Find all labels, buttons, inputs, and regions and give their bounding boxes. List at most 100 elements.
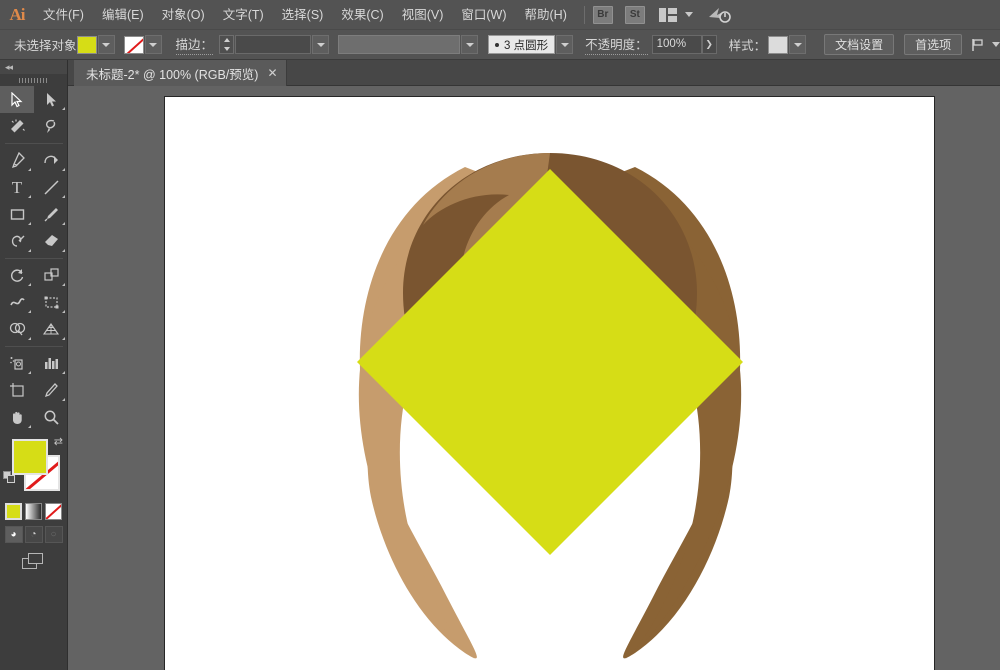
tool-magic-wand[interactable] <box>0 113 34 140</box>
tool-divider <box>5 258 63 259</box>
stroke-weight-stepper[interactable] <box>219 35 234 54</box>
artboard[interactable] <box>164 96 935 670</box>
swap-fill-stroke-icon[interactable]: ⇄ <box>54 437 63 448</box>
tool-group-selection <box>0 86 68 140</box>
opacity-input[interactable]: 100% <box>652 35 702 54</box>
tool-column-graph[interactable] <box>34 350 68 377</box>
menu-view[interactable]: 视图(V) <box>393 0 453 30</box>
tool-free-transform[interactable] <box>34 289 68 316</box>
tool-shape-builder[interactable] <box>0 316 34 343</box>
color-mode-button[interactable] <box>5 503 22 520</box>
tool-pen[interactable] <box>0 147 34 174</box>
fill-swatch[interactable] <box>77 36 97 54</box>
app-logo: Ai <box>0 0 34 30</box>
menu-file[interactable]: 文件(F) <box>34 0 93 30</box>
close-icon[interactable]: ✕ <box>267 66 277 80</box>
tool-scale[interactable] <box>34 262 68 289</box>
stroke-swatch[interactable] <box>124 36 144 54</box>
draw-inside-button[interactable]: ○ <box>45 526 63 543</box>
illustrator-window: Ai 文件(F) 编辑(E) 对象(O) 文字(T) 选择(S) 效果(C) 视… <box>0 0 1000 670</box>
align-options-icon[interactable] <box>970 37 986 53</box>
workspace-switcher-icon[interactable] <box>659 8 677 22</box>
tool-flyout-indicator <box>28 168 31 171</box>
brush-dropdown[interactable] <box>556 35 573 54</box>
tool-flyout-indicator <box>28 425 31 428</box>
tool-flyout-indicator <box>62 195 65 198</box>
menu-window[interactable]: 窗口(W) <box>452 0 515 30</box>
stroke-weight-dropdown[interactable] <box>312 35 329 54</box>
draw-behind-button[interactable]: ◔ <box>25 526 43 543</box>
brush-dot-icon <box>495 43 499 47</box>
tools-panel-header[interactable]: ◂◂ <box>0 60 67 74</box>
tool-flyout-indicator <box>62 107 65 110</box>
menu-object[interactable]: 对象(O) <box>153 0 214 30</box>
document-setup-button[interactable]: 文档设置 <box>824 34 894 55</box>
type-glyph: T <box>12 179 22 196</box>
opacity-label[interactable]: 不透明度： <box>585 34 648 55</box>
tool-group-transform <box>0 262 68 343</box>
tool-eraser[interactable] <box>34 228 68 255</box>
fill-color-swatch[interactable] <box>12 439 48 475</box>
tool-rotate[interactable] <box>0 262 34 289</box>
tool-artboard[interactable] <box>0 377 34 404</box>
opacity-flyout-button[interactable]: ❯ <box>702 35 717 54</box>
tool-divider <box>5 346 63 347</box>
gradient-mode-button[interactable] <box>25 503 42 520</box>
tool-selection[interactable] <box>0 86 34 113</box>
tool-lasso[interactable] <box>34 113 68 140</box>
menu-divider <box>584 6 585 24</box>
stroke-profile-input[interactable] <box>338 35 460 54</box>
tool-hand[interactable] <box>0 404 34 431</box>
tool-paintbrush[interactable] <box>34 201 68 228</box>
tool-divider <box>5 143 63 144</box>
tool-direct-selection[interactable] <box>34 86 68 113</box>
canvas-area[interactable] <box>68 86 1000 670</box>
stroke-weight-input[interactable] <box>235 35 311 54</box>
stroke-dropdown[interactable] <box>145 35 162 54</box>
none-mode-button[interactable] <box>45 503 62 520</box>
tool-group-symbol <box>0 350 68 431</box>
screen-mode-button[interactable] <box>0 553 67 571</box>
tool-rectangle[interactable] <box>0 201 34 228</box>
style-dropdown[interactable] <box>789 35 806 54</box>
tools-panel-grip[interactable] <box>0 74 67 86</box>
tools-panel: ◂◂ <box>0 60 68 670</box>
tool-shaper[interactable] <box>0 228 34 255</box>
brush-label: 3 点圆形 <box>504 37 548 53</box>
menu-effect[interactable]: 效果(C) <box>332 0 392 30</box>
align-chevron-icon[interactable] <box>992 42 1000 47</box>
stock-button[interactable]: St <box>625 6 645 24</box>
tool-type[interactable]: T <box>0 174 34 201</box>
stroke-label[interactable]: 描边： <box>176 34 214 55</box>
chevron-down-icon[interactable] <box>685 12 693 17</box>
tool-flyout-indicator <box>62 371 65 374</box>
creative-cloud-icon[interactable] <box>707 5 731 25</box>
menu-select[interactable]: 选择(S) <box>273 0 333 30</box>
brush-definition-box[interactable]: 3 点圆形 <box>488 35 555 54</box>
document-tab[interactable]: 未标题-2* @ 100% (RGB/预览) ✕ <box>74 60 287 86</box>
tool-symbol-sprayer[interactable] <box>0 350 34 377</box>
tool-flyout-indicator <box>28 337 31 340</box>
tool-width[interactable] <box>0 289 34 316</box>
selection-status: 未选择对象 <box>14 35 77 54</box>
tool-line-segment[interactable] <box>34 174 68 201</box>
tool-flyout-indicator <box>62 168 65 171</box>
menu-edit[interactable]: 编辑(E) <box>93 0 153 30</box>
control-bar: 未选择对象 描边： 3 点圆形 不透明度： 100% <box>0 30 1000 60</box>
preferences-button[interactable]: 首选项 <box>904 34 962 55</box>
tool-flyout-indicator <box>28 249 31 252</box>
tool-zoom[interactable] <box>34 404 68 431</box>
tool-perspective-grid[interactable] <box>34 316 68 343</box>
style-swatch[interactable] <box>768 36 788 54</box>
tool-curvature[interactable] <box>34 147 68 174</box>
menu-type[interactable]: 文字(T) <box>214 0 273 30</box>
menu-help[interactable]: 帮助(H) <box>516 0 576 30</box>
draw-normal-button[interactable]: ◕ <box>5 526 23 543</box>
collapse-panel-icon[interactable]: ◂◂ <box>5 62 12 73</box>
tool-flyout-indicator <box>28 283 31 286</box>
tool-slice[interactable] <box>34 377 68 404</box>
artwork-ribbon-knot-with-diamond <box>165 97 936 670</box>
fill-dropdown[interactable] <box>98 35 115 54</box>
bridge-button[interactable]: Br <box>593 6 613 24</box>
stroke-profile-dropdown[interactable] <box>461 35 478 54</box>
